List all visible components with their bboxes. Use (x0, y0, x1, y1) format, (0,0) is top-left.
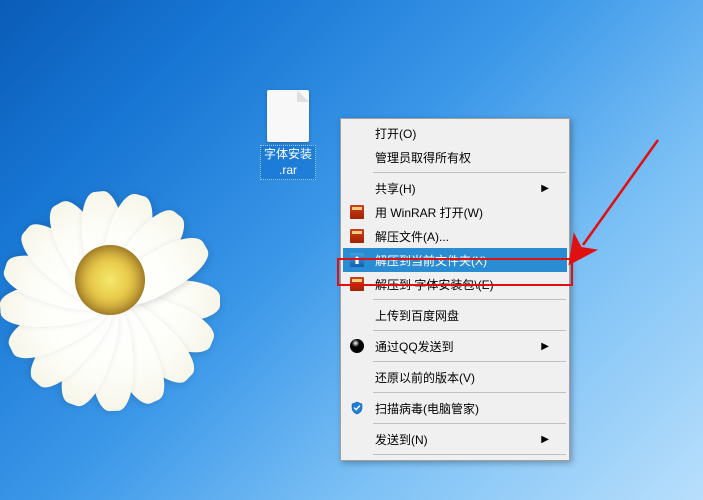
context-menu: 打开(O) 管理员取得所有权共享(H) ▶ 用 WinRAR 打开(W) 解压文件(A)… (340, 118, 570, 461)
rar-icon (347, 276, 367, 292)
menu-separator (373, 330, 566, 331)
menu-item-label: 用 WinRAR 打开(W) (375, 204, 549, 221)
menu-item-label: 通过QQ发送到 (375, 338, 537, 355)
chevron-right-icon: ▶ (541, 183, 549, 194)
shield-icon (347, 400, 367, 416)
menu-item-6[interactable]: 解压到 字体安装包\(E) (343, 272, 567, 296)
rar-icon (347, 204, 367, 220)
menu-item-9[interactable]: 还原以前的版本(V) (343, 365, 567, 389)
menu-separator (373, 454, 566, 455)
menu-item-label: 扫描病毒(电脑管家) (375, 400, 549, 417)
annotation-arrow (558, 130, 678, 280)
menu-separator (373, 172, 566, 173)
menu-item-label: 管理员取得所有权 (375, 149, 549, 166)
menu-item-1[interactable]: 管理员取得所有权 (343, 145, 567, 169)
menu-separator (373, 361, 566, 362)
menu-icon-blank (347, 369, 367, 385)
menu-separator (373, 423, 566, 424)
menu-item-label: 打开(O) (375, 125, 549, 142)
file-icon (267, 90, 309, 142)
menu-icon-blank (347, 180, 367, 196)
qq-icon (347, 338, 367, 354)
menu-item-label: 共享(H) (375, 180, 537, 197)
menu-separator (373, 392, 566, 393)
menu-item-11[interactable]: 发送到(N) ▶ (343, 427, 567, 451)
extract-icon (347, 252, 367, 268)
wallpaper-flower (0, 120, 270, 440)
menu-item-5[interactable]: 解压到当前文件夹(X) (343, 248, 567, 272)
menu-item-2[interactable]: 共享(H) ▶ (343, 176, 567, 200)
file-label: 字体安装 .rar (260, 145, 316, 180)
menu-item-label: 解压文件(A)... (375, 228, 549, 245)
menu-icon-blank (347, 431, 367, 447)
menu-item-0[interactable]: 打开(O) (343, 121, 567, 145)
desktop-file-icon[interactable]: 字体安装 .rar (248, 90, 328, 180)
menu-item-8[interactable]: 通过QQ发送到 ▶ (343, 334, 567, 358)
chevron-right-icon: ▶ (541, 434, 549, 445)
menu-item-10[interactable]: 扫描病毒(电脑管家) (343, 396, 567, 420)
menu-item-label: 还原以前的版本(V) (375, 369, 549, 386)
rar-icon (347, 228, 367, 244)
menu-icon-blank (347, 125, 367, 141)
menu-icon-blank (347, 149, 367, 165)
menu-icon-blank (347, 307, 367, 323)
menu-separator (373, 299, 566, 300)
menu-item-label: 上传到百度网盘 (375, 307, 549, 324)
chevron-right-icon: ▶ (541, 341, 549, 352)
menu-item-3[interactable]: 用 WinRAR 打开(W) (343, 200, 567, 224)
menu-item-4[interactable]: 解压文件(A)... (343, 224, 567, 248)
menu-item-7[interactable]: 上传到百度网盘 (343, 303, 567, 327)
menu-item-label: 解压到当前文件夹(X) (375, 252, 549, 269)
desktop: 字体安装 .rar 打开(O) 管理员取得所有权共享(H) ▶ 用 WinRAR 打开… (0, 0, 703, 500)
menu-item-label: 发送到(N) (375, 431, 537, 448)
menu-item-label: 解压到 字体安装包\(E) (375, 276, 549, 293)
